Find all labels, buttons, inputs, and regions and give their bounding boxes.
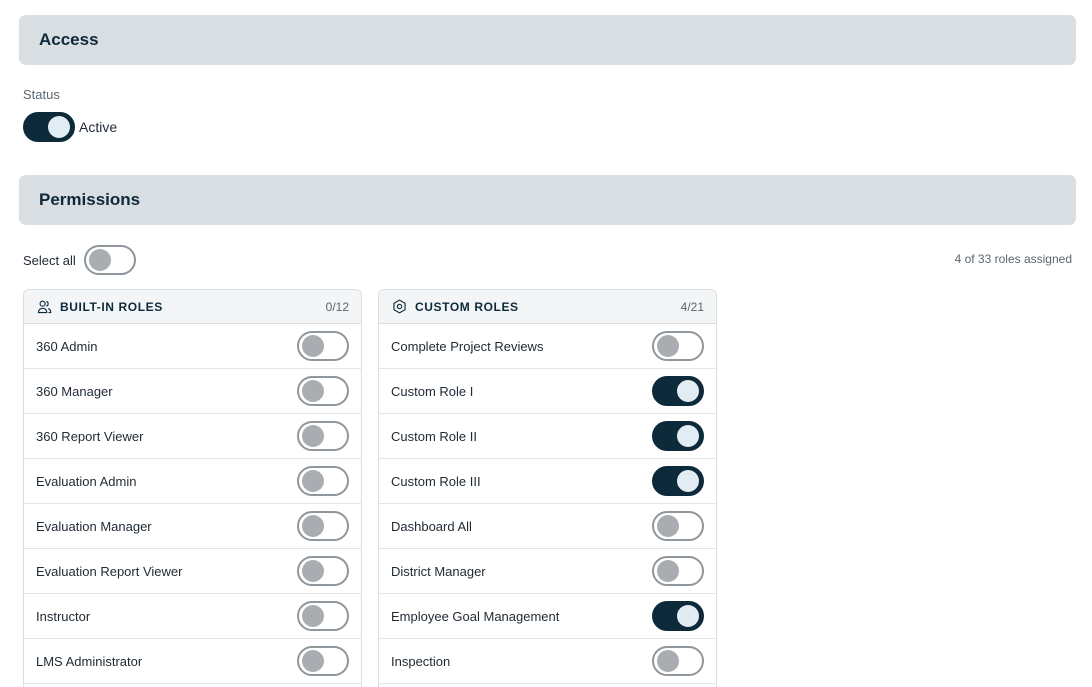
gear-icon — [391, 299, 407, 315]
role-toggle[interactable] — [652, 421, 704, 451]
role-name: Dashboard All — [391, 518, 472, 534]
role-row[interactable]: Custom Role II — [379, 414, 716, 459]
custom-roles-list: Complete Project Reviews Custom Role I Cus… — [379, 324, 716, 684]
role-row[interactable]: Evaluation Report Viewer — [24, 549, 361, 594]
built-in-roles-header: BUILT-IN ROLES 0/12 — [24, 290, 361, 324]
role-toggle[interactable] — [297, 331, 349, 361]
role-toggle[interactable] — [297, 556, 349, 586]
role-row[interactable]: 360 Manager — [24, 369, 361, 414]
built-in-roles-list: 360 Admin 360 Manager 360 Report Viewer Eva… — [24, 324, 361, 684]
role-toggle[interactable] — [652, 601, 704, 631]
toggle-knob — [677, 425, 699, 447]
role-toggle[interactable] — [652, 556, 704, 586]
toggle-knob — [48, 116, 70, 138]
role-name: Inspection — [391, 653, 451, 669]
toggle-knob — [657, 560, 679, 582]
role-name: Complete Project Reviews — [391, 338, 544, 354]
users-icon — [36, 299, 52, 315]
toggle-knob — [302, 605, 324, 627]
toggle-knob — [677, 380, 699, 402]
custom-roles-header: CUSTOM ROLES 4/21 — [379, 290, 716, 324]
role-name: Evaluation Manager — [36, 518, 152, 534]
toggle-knob — [677, 470, 699, 492]
access-title: Access — [39, 30, 99, 49]
built-in-roles-title: BUILT-IN ROLES — [60, 299, 163, 314]
role-row[interactable]: Custom Role III — [379, 459, 716, 504]
role-name: Evaluation Admin — [36, 473, 137, 489]
select-all-label: Select all — [23, 252, 76, 268]
role-toggle[interactable] — [297, 601, 349, 631]
built-in-roles-panel: BUILT-IN ROLES 0/12 360 Admin 360 Manager… — [23, 289, 362, 687]
role-name: Custom Role III — [391, 473, 481, 489]
toggle-knob — [302, 380, 324, 402]
toggle-knob — [657, 335, 679, 357]
role-row[interactable]: Instructor — [24, 594, 361, 639]
role-name: Employee Goal Management — [391, 608, 560, 624]
role-row[interactable]: Custom Role I — [379, 369, 716, 414]
role-name: LMS Administrator — [36, 653, 143, 669]
role-row[interactable]: District Manager — [379, 549, 716, 594]
roles-assigned-summary: 4 of 33 roles assigned — [954, 252, 1072, 266]
role-toggle[interactable] — [652, 646, 704, 676]
role-toggle[interactable] — [297, 466, 349, 496]
role-row[interactable]: Evaluation Manager — [24, 504, 361, 549]
role-row[interactable]: Evaluation Admin — [24, 459, 361, 504]
toggle-knob — [657, 650, 679, 672]
role-row[interactable]: Complete Project Reviews — [379, 324, 716, 369]
built-in-roles-count: 0/12 — [325, 299, 349, 314]
role-toggle[interactable] — [652, 376, 704, 406]
role-toggle[interactable] — [652, 511, 704, 541]
custom-roles-title: CUSTOM ROLES — [415, 299, 519, 314]
toggle-knob — [88, 249, 111, 271]
role-name: 360 Report Viewer — [36, 428, 144, 444]
role-name: Evaluation Report Viewer — [36, 563, 183, 579]
access-section-header: Access — [19, 15, 1076, 65]
role-toggle[interactable] — [297, 376, 349, 406]
toggle-knob — [657, 515, 679, 537]
custom-roles-count: 4/21 — [680, 299, 704, 314]
role-toggle[interactable] — [652, 466, 704, 496]
role-row[interactable]: 360 Report Viewer — [24, 414, 361, 459]
toggle-knob — [302, 515, 324, 537]
permissions-section-header: Permissions — [19, 175, 1076, 225]
status-value: Active — [79, 119, 118, 135]
role-toggle[interactable] — [297, 646, 349, 676]
toggle-knob — [302, 650, 324, 672]
role-row[interactable]: Dashboard All — [379, 504, 716, 549]
role-row[interactable]: Employee Goal Management — [379, 594, 716, 639]
role-toggle[interactable] — [652, 331, 704, 361]
permissions-title: Permissions — [39, 190, 141, 209]
role-name: Instructor — [36, 608, 91, 624]
status-toggle[interactable] — [23, 112, 75, 142]
role-name: Custom Role II — [391, 428, 477, 444]
role-name: District Manager — [391, 563, 486, 579]
role-name: Custom Role I — [391, 383, 474, 399]
toggle-knob — [302, 470, 324, 492]
select-all-toggle[interactable] — [83, 245, 136, 275]
role-row[interactable]: 360 Admin — [24, 324, 361, 369]
status-row: Active — [23, 112, 117, 142]
toggle-knob — [302, 335, 324, 357]
status-label: Status — [23, 87, 60, 102]
custom-roles-panel: CUSTOM ROLES 4/21 Complete Project Revie… — [378, 289, 717, 687]
role-row[interactable]: LMS Administrator — [24, 639, 361, 684]
toggle-knob — [302, 425, 324, 447]
toggle-knob — [302, 560, 324, 582]
role-toggle[interactable] — [297, 421, 349, 451]
role-row[interactable]: Inspection — [379, 639, 716, 684]
role-name: 360 Admin — [36, 338, 98, 354]
toggle-knob — [677, 605, 699, 627]
select-all-row: Select all — [23, 245, 136, 275]
role-toggle[interactable] — [297, 511, 349, 541]
role-name: 360 Manager — [36, 383, 113, 399]
